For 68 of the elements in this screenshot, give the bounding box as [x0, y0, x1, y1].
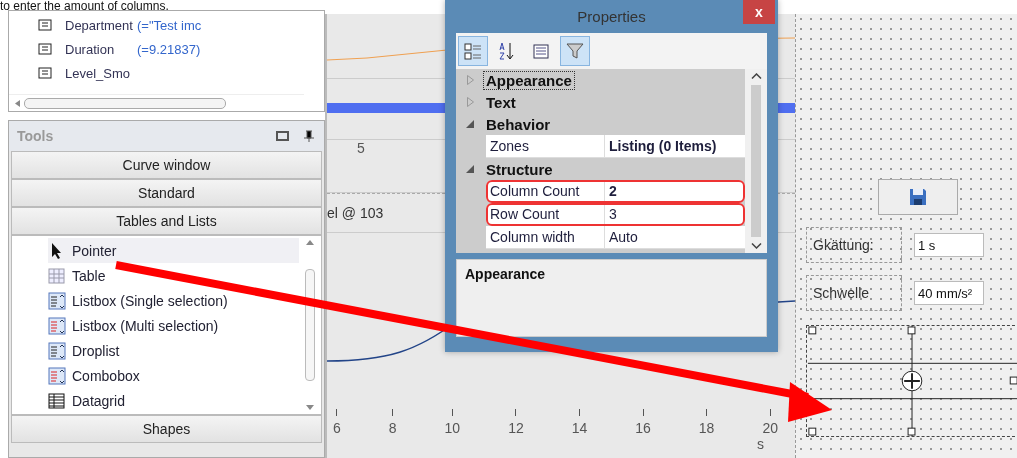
channel-value: (="Test imc [137, 17, 203, 33]
tool-item[interactable]: Listbox (Single selection) [48, 288, 299, 313]
window-title: Properties [577, 8, 646, 25]
filter-icon [565, 41, 585, 61]
pages-icon [531, 41, 551, 61]
axis-tick-label: 8 [388, 420, 397, 436]
axis-tick-label: 18 [698, 420, 715, 436]
property-name: Row Count [489, 205, 561, 224]
scroll-left-icon[interactable] [15, 99, 20, 107]
tool-item[interactable]: Listbox (Multi selection) [48, 313, 299, 338]
scrollbar-thumb[interactable] [305, 269, 315, 381]
axis-tick-label: 20 [762, 420, 778, 436]
axis-tick-label: 5 [357, 140, 365, 156]
close-button[interactable]: x [743, 0, 775, 24]
axis-tick-label: 10 [444, 420, 461, 436]
channel-value: (=9.21837) [137, 41, 202, 57]
tool-item[interactable]: Table [48, 263, 299, 288]
scroll-down-icon[interactable] [750, 243, 762, 249]
category-label[interactable]: Text [484, 93, 518, 111]
axis-tick-label: 6 [333, 420, 341, 436]
group-button[interactable]: Shapes [11, 415, 322, 443]
input-field[interactable]: 1 s [914, 233, 984, 257]
category-label[interactable]: Structure [484, 160, 555, 178]
axis-tick-label: 12 [508, 420, 524, 436]
legend-label: el @ 103 [327, 205, 384, 221]
input-field[interactable]: 40 mm/s² [914, 281, 984, 305]
group-button[interactable]: Curve window [11, 151, 322, 179]
table-icon [48, 266, 66, 285]
scroll-up-icon[interactable] [750, 73, 762, 79]
combobox-icon [48, 366, 66, 385]
group-button[interactable]: Standard [11, 179, 322, 207]
property-name: Column width [489, 228, 576, 247]
tool-item[interactable]: Droplist [48, 338, 299, 363]
droplist-icon [48, 341, 66, 360]
tool-item[interactable]: Datagrid [48, 388, 299, 413]
filter-view-button[interactable] [560, 36, 590, 66]
categorized-view-button[interactable] [458, 36, 488, 66]
categorized-icon [463, 41, 483, 61]
scrollbar-thumb[interactable] [751, 85, 761, 237]
channel-name[interactable]: Level_Smo [65, 65, 137, 81]
scrollbar-thumb[interactable] [24, 97, 226, 109]
category-label[interactable]: Behavior [484, 115, 553, 133]
property-name: Column Count [489, 182, 581, 201]
field-label: Schwelle [806, 275, 902, 311]
description-title: Appearance [456, 259, 767, 337]
listbox-icon [48, 291, 66, 310]
channel-name[interactable]: Duration [65, 41, 137, 57]
channel-name[interactable]: Department [65, 17, 137, 33]
group-button[interactable]: Tables and Lists [11, 207, 322, 235]
scroll-down-icon[interactable] [306, 405, 314, 410]
axis-tick-label: 16 [635, 420, 651, 436]
scroll-up-icon[interactable] [306, 240, 314, 245]
property-name: Zones [489, 137, 530, 156]
caption-text: to enter the amount of columns. [0, 0, 169, 13]
axis-unit-label: s [757, 436, 764, 454]
tool-item[interactable]: Pointer [48, 238, 299, 263]
tool-item[interactable]: Combobox [48, 363, 299, 388]
document-icon [37, 41, 53, 57]
document-icon [37, 17, 53, 33]
field-label: Gkättung: [806, 227, 902, 263]
panel-title: Tools [17, 128, 54, 144]
listbox-multi-icon [48, 316, 66, 335]
save-button[interactable] [878, 179, 958, 215]
axis-tick-label: 14 [571, 420, 588, 436]
pin-icon[interactable] [276, 130, 316, 142]
category-label[interactable]: Appearance [484, 71, 574, 89]
document-icon [37, 65, 53, 81]
datagrid-icon [48, 391, 66, 410]
